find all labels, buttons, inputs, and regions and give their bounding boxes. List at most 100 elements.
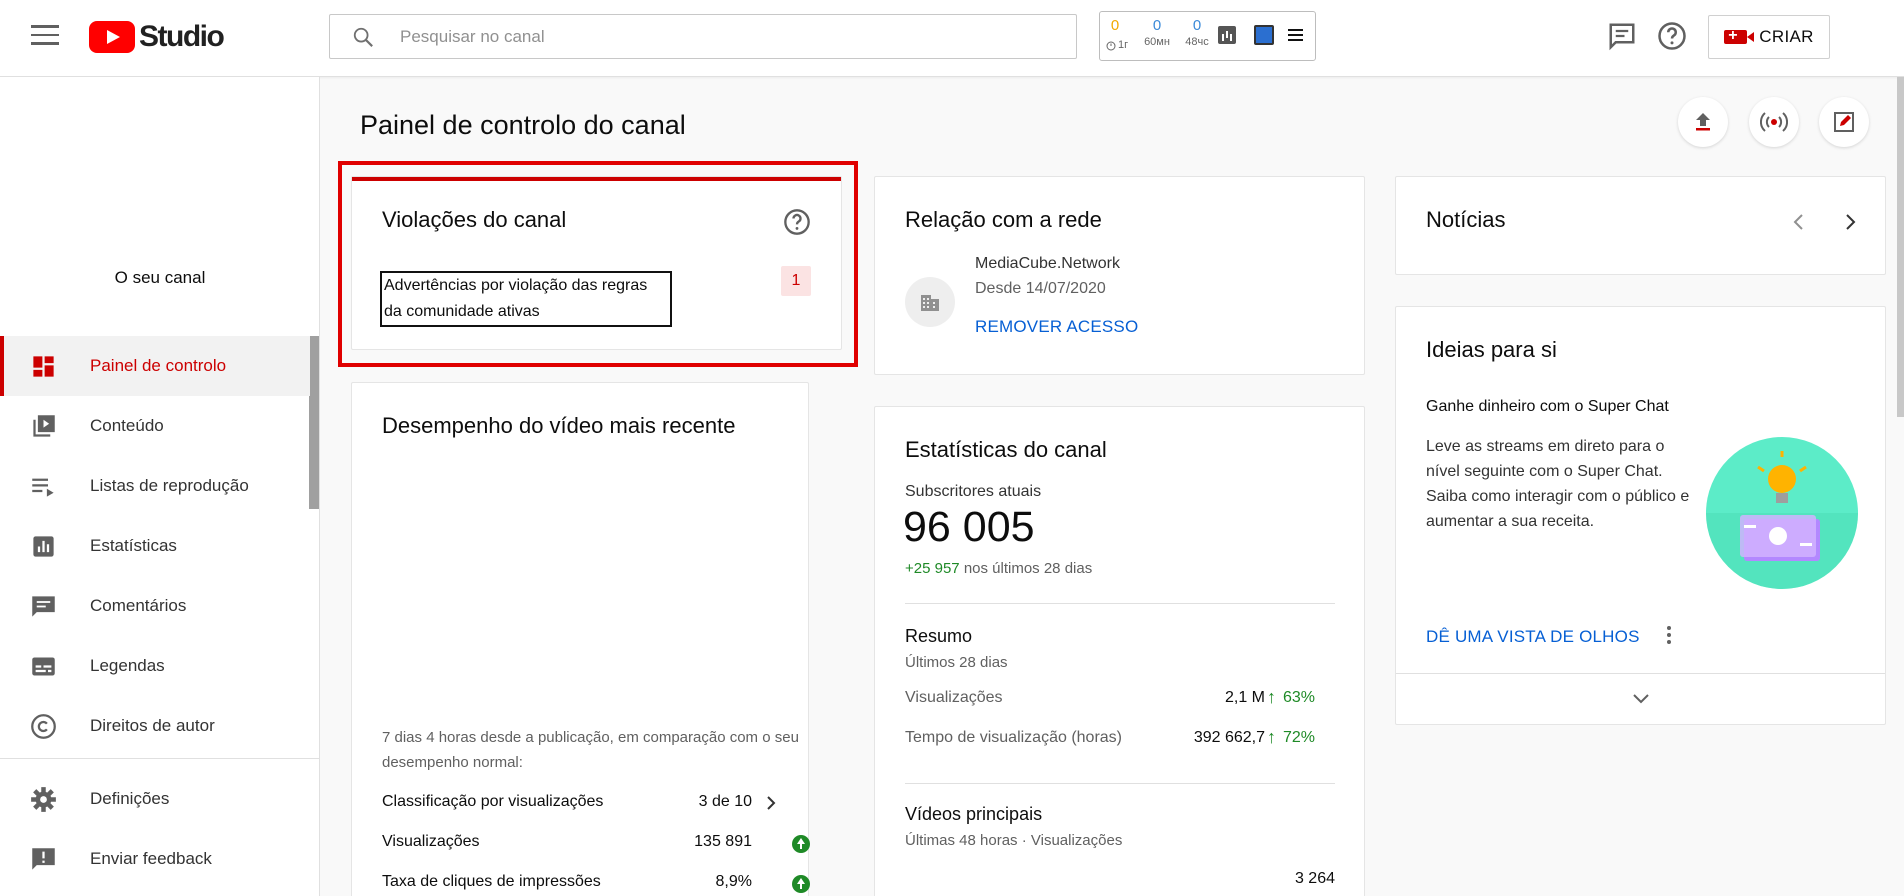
top-videos-title: Vídeos principais <box>905 804 1043 824</box>
views-value: 135 891 <box>694 833 752 850</box>
highlight-annotation <box>338 161 858 367</box>
tv-icon[interactable] <box>1254 25 1274 45</box>
network-since: Desde 14/07/2020 <box>975 280 1106 297</box>
counter-label: 1г <box>1118 39 1129 51</box>
summary-views-pct: 63% <box>1283 689 1316 706</box>
counter-label: 60мн <box>1144 36 1170 48</box>
subs-delta-line: +25 957 nos últimos 28 dias <box>905 560 1092 577</box>
upload-button[interactable] <box>1678 97 1728 147</box>
sidebar-divider <box>0 758 320 759</box>
edit-icon <box>1834 112 1854 132</box>
news-title: Notícias <box>1426 207 1506 232</box>
chevron-left-icon[interactable] <box>1788 211 1810 233</box>
counter-value: 0 <box>1110 17 1120 34</box>
subs-label: Subscritores atuais <box>905 483 1042 500</box>
sidebar-item-subtitles[interactable]: Legendas <box>0 636 310 696</box>
comparison-text: 7 dias 4 horas desde a publicação, em co… <box>382 729 799 771</box>
sidebar-item-label: Legendas <box>90 656 165 675</box>
create-post-button[interactable] <box>1819 97 1869 147</box>
go-live-button[interactable] <box>1749 97 1799 147</box>
remove-access-button[interactable]: REMOVER ACESSO <box>975 317 1138 337</box>
help-icon[interactable] <box>1657 21 1687 51</box>
top-bar: Studio 0 1г 0 60мн 0 48чс <box>0 0 1904 77</box>
clock-icon <box>1106 38 1116 56</box>
bar-chart-icon[interactable] <box>1218 26 1236 44</box>
network-card: Relação com a rede MediaCube.Network Des… <box>874 176 1365 375</box>
sidebar-scrollbar[interactable] <box>309 336 319 509</box>
search-input[interactable] <box>400 15 1060 58</box>
logo-text: Studio <box>139 20 225 53</box>
live-icon <box>1760 112 1788 132</box>
sidebar-item-content[interactable]: Conteúdo <box>0 396 310 456</box>
more-vert-icon[interactable] <box>1664 623 1674 647</box>
strikes-count-badge: 1 <box>781 266 811 296</box>
network-avatar <box>905 277 955 327</box>
counter-1g: 0 <box>1108 18 1122 34</box>
message-icon[interactable] <box>1607 21 1637 51</box>
network-title: Relação com a rede <box>905 207 1102 232</box>
sidebar-item-label: Estatísticas <box>90 536 177 555</box>
up-arrow-icon <box>792 875 810 893</box>
sidebar-item-settings[interactable]: Definições <box>0 769 310 829</box>
summary-views-value: 2,1 M <box>1224 689 1265 706</box>
chevron-right-icon[interactable] <box>762 794 780 812</box>
sidebar-item-feedback[interactable]: Enviar feedback <box>0 829 310 889</box>
menu-icon[interactable] <box>31 25 59 47</box>
analytics-icon <box>33 536 54 557</box>
ideas-body: Leve as streams em direto para o nível s… <box>1426 438 1690 530</box>
playlists-icon <box>32 478 54 497</box>
create-button[interactable]: CRIAR <box>1708 15 1830 59</box>
feedback-icon <box>32 848 55 870</box>
ranking-value: 3 de 10 <box>698 793 752 810</box>
sidebar-item-label: Comentários <box>90 596 187 615</box>
search-bar <box>329 14 1077 59</box>
up-arrow-icon: ↑ <box>1267 727 1276 747</box>
views-label: Visualizações <box>382 833 480 850</box>
your-channel-label[interactable]: O seu canal <box>0 268 320 288</box>
take-a-look-button[interactable]: DÊ UMA VISTA DE OLHOS <box>1426 627 1640 647</box>
channel-stats-card: Estatísticas do canal Subscritores atuai… <box>874 406 1365 896</box>
super-chat-illustration <box>1706 437 1858 589</box>
chevron-down-icon[interactable] <box>1629 689 1653 709</box>
copyright-icon <box>31 714 56 739</box>
community-strikes-link[interactable]: Advertências por violação das regras da … <box>380 271 672 327</box>
ideas-card: Ideias para si Ganhe dinheiro com o Supe… <box>1395 306 1886 725</box>
summary-period: Últimos 28 dias <box>905 654 1008 671</box>
dashboard-icon <box>33 356 54 377</box>
page-title: Painel de controlo do canal <box>360 110 686 140</box>
subs-delta: +25 957 <box>905 560 960 577</box>
sidebar: O seu canal Painel de controlo Conteúdo … <box>0 77 320 896</box>
counter-48hs: 0 48чс <box>1180 18 1214 49</box>
page-scrollbar[interactable] <box>1897 77 1904 417</box>
summary-views-label: Visualizações <box>905 689 1003 706</box>
sidebar-item-dashboard[interactable]: Painel de controlo <box>0 336 310 396</box>
subs-value: 96 005 <box>903 503 1035 551</box>
ideas-title: Ideias para si <box>1426 337 1557 362</box>
sidebar-item-comments[interactable]: Comentários <box>0 576 310 636</box>
studio-logo[interactable]: Studio <box>89 20 225 54</box>
latest-video-card: Desempenho do vídeo mais recente 7 dias … <box>351 382 810 896</box>
gear-icon <box>31 787 56 812</box>
youtube-play-icon <box>89 21 135 53</box>
chevron-right-icon[interactable] <box>1839 211 1861 233</box>
sidebar-item-analytics[interactable]: Estatísticas <box>0 516 310 576</box>
divider <box>1396 673 1885 674</box>
sidebar-item-label: Enviar feedback <box>90 849 212 868</box>
sidebar-item-copyright[interactable]: Direitos de autor <box>0 696 310 756</box>
latest-video-title: Desempenho do vídeo mais recente <box>382 413 736 438</box>
top-videos-period: Últimas 48 horas · Visualizações <box>905 832 1123 849</box>
up-arrow-icon: ↑ <box>1267 687 1276 707</box>
content-icon <box>33 415 55 437</box>
create-label: CRIAR <box>1759 27 1814 46</box>
extension-widget[interactable]: 0 1г 0 60мн 0 48чс <box>1099 11 1316 61</box>
summary-watchtime-value: 392 662,7 <box>1193 729 1265 746</box>
list-menu-icon[interactable] <box>1288 29 1303 44</box>
sidebar-item-playlists[interactable]: Listas de reprodução <box>0 456 310 516</box>
divider <box>905 783 1335 784</box>
subtitles-icon <box>32 657 55 676</box>
up-arrow-icon <box>792 835 810 853</box>
network-name: MediaCube.Network <box>975 255 1120 272</box>
building-icon <box>921 295 939 311</box>
search-icon[interactable] <box>352 26 374 48</box>
counter-value: 0 <box>1152 17 1162 34</box>
